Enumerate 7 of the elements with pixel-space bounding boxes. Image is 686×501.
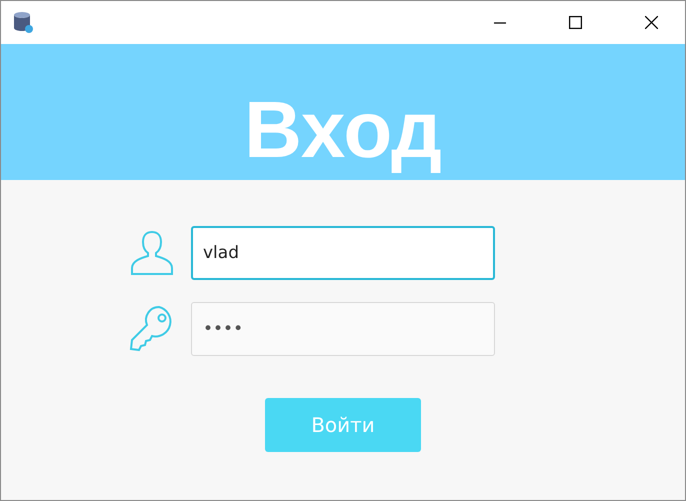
- login-field[interactable]: vlad: [191, 226, 495, 280]
- close-icon[interactable]: [645, 16, 658, 29]
- database-icon: [12, 10, 34, 32]
- password-field[interactable]: ••••: [191, 302, 495, 356]
- minimize-icon[interactable]: [494, 22, 506, 24]
- user-icon: [129, 229, 175, 277]
- maximize-icon[interactable]: [569, 16, 582, 29]
